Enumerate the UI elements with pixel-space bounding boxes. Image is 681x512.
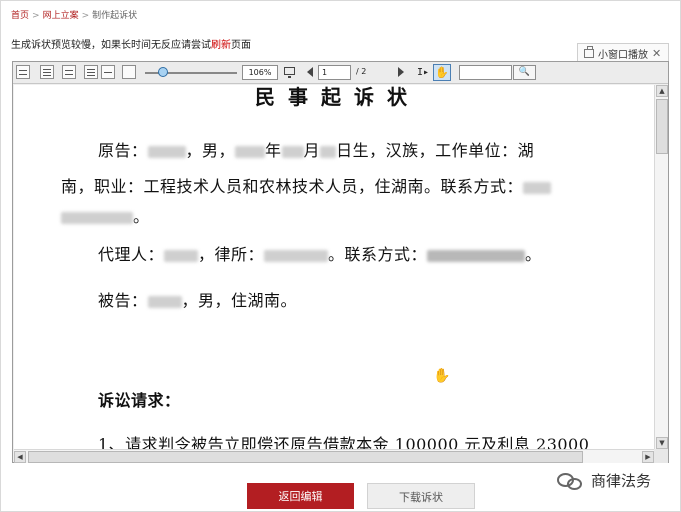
- document-page[interactable]: 民事起诉状 原告： ，男， 年 月日生，汉族，工作单位：湖 南，职业：工程技术人员和农…: [14, 85, 654, 449]
- law-firm-label: ，律所：: [198, 245, 265, 264]
- breadcrumb-separator: >: [81, 11, 90, 21]
- fit-width-icon[interactable]: [101, 65, 115, 79]
- notice-text: 生成诉状预览较慢，如果长时间无反应请尝试: [11, 40, 211, 51]
- notice-text-tail: 页面: [231, 40, 251, 51]
- redacted-phone: [523, 181, 552, 194]
- refresh-link[interactable]: 刷新: [211, 40, 231, 51]
- line-end: 。: [525, 245, 542, 264]
- plaintiff-line-3: 。: [61, 203, 150, 227]
- mini-window-play-label: 小窗口播放: [598, 50, 648, 61]
- previous-page-icon[interactable]: [307, 67, 313, 77]
- defendant-label: 被告：: [98, 291, 148, 310]
- agent-label: 代理人：: [98, 245, 165, 264]
- text-select-icon[interactable]: I▸: [417, 66, 429, 79]
- close-icon[interactable]: ✕: [652, 47, 661, 60]
- redacted-day: [320, 145, 337, 158]
- plaintiff-line: 原告： ，男， 年 月日生，汉族，工作单位：湖: [98, 137, 534, 161]
- redacted-agent-name: [164, 249, 199, 262]
- zoom-slider-handle[interactable]: [158, 67, 168, 77]
- redacted-law-firm: [264, 249, 329, 262]
- breadcrumb-online-filing-link[interactable]: 网上立案: [43, 11, 79, 21]
- plaintiff-label: 原告：: [98, 141, 148, 160]
- scrollbar-corner: [654, 449, 668, 463]
- line-end: 。: [133, 207, 150, 226]
- tv-icon: [584, 46, 594, 58]
- search-input[interactable]: [459, 65, 512, 80]
- fit-page-icon[interactable]: [122, 65, 136, 79]
- plaintiff-details: 日生，汉族，工作单位：湖: [336, 141, 535, 160]
- scroll-up-arrow-icon[interactable]: ▲: [656, 85, 668, 97]
- print-icon[interactable]: [16, 65, 30, 79]
- back-to-edit-button[interactable]: 返回编辑: [247, 483, 354, 509]
- watermark-text: 商律法务: [591, 472, 652, 490]
- document-title: 民事起诉状: [255, 85, 420, 109]
- scroll-down-arrow-icon[interactable]: ▼: [656, 437, 668, 449]
- vertical-scroll-thumb[interactable]: [656, 99, 668, 154]
- month-label: 月: [303, 141, 321, 160]
- claims-heading: 诉讼请求：: [98, 391, 181, 410]
- redacted-agent-contact: [427, 249, 526, 262]
- agent-line: 代理人： ，律所： 。联系方式： 。: [98, 241, 542, 265]
- page-number-input[interactable]: 1: [318, 65, 351, 80]
- search-icon[interactable]: 🔍: [513, 65, 536, 80]
- defendant-line: 被告： ，男，住湖南。: [98, 287, 297, 311]
- plaintiff-occupation: 南，职业：工程技术人员和农林技术人员，住湖南。联系方式：: [61, 177, 524, 196]
- pdf-viewer: 106% 1 / 2 I▸ ✋ 🔍 民事起诉状 原告： ，男， 年 月日生，汉族，工作…: [12, 61, 669, 463]
- hand-cursor-icon: ✋: [433, 368, 451, 384]
- single-page-icon[interactable]: [40, 65, 54, 79]
- breadcrumb-current: 制作起诉状: [92, 11, 138, 21]
- continuous-page-icon[interactable]: [62, 65, 76, 79]
- viewer-toolbar: 106% 1 / 2 I▸ ✋ 🔍: [13, 62, 668, 84]
- hand-tool-icon[interactable]: ✋: [433, 64, 451, 81]
- page-total: / 2: [356, 67, 367, 76]
- horizontal-scroll-thumb[interactable]: [28, 451, 583, 463]
- redacted-defendant-name: [147, 295, 182, 308]
- redacted-year: [235, 145, 266, 158]
- plaintiff-line-2: 南，职业：工程技术人员和农林技术人员，住湖南。联系方式：: [61, 173, 552, 197]
- watermark: 商律法务: [557, 470, 651, 491]
- agent-contact-label: 。联系方式：: [328, 245, 428, 264]
- year-label: 年: [265, 141, 282, 160]
- defendant-details: ，男，住湖南。: [181, 291, 298, 310]
- scroll-right-arrow-icon[interactable]: ▶: [642, 451, 654, 463]
- breadcrumb-home-link[interactable]: 首页: [11, 11, 29, 21]
- claim-item-1: 1、请求判令被告立即偿还原告借款本金 100000 元及利息 23000: [98, 435, 590, 449]
- download-complaint-button[interactable]: 下载诉状: [367, 483, 475, 509]
- preview-notice: 生成诉状预览较慢，如果长时间无反应请尝试刷新页面: [11, 36, 251, 51]
- grid-view-icon[interactable]: [84, 65, 98, 79]
- breadcrumb: 首页 > 网上立案 > 制作起诉状: [11, 8, 137, 21]
- zoom-input[interactable]: 106%: [242, 65, 278, 80]
- scroll-left-arrow-icon[interactable]: ◀: [14, 451, 26, 463]
- redacted-phone-rest: [61, 211, 133, 224]
- redacted-name: [147, 145, 186, 158]
- plaintiff-gender: ，男，: [185, 141, 236, 160]
- vertical-scrollbar[interactable]: ▲ ▼: [654, 85, 668, 449]
- horizontal-scrollbar[interactable]: ◀ ▶: [14, 449, 654, 463]
- redacted-month: [281, 145, 304, 158]
- fullscreen-icon[interactable]: [284, 67, 295, 78]
- wechat-logo-icon: [557, 471, 585, 491]
- next-page-icon[interactable]: [398, 67, 404, 77]
- breadcrumb-separator: >: [32, 11, 40, 21]
